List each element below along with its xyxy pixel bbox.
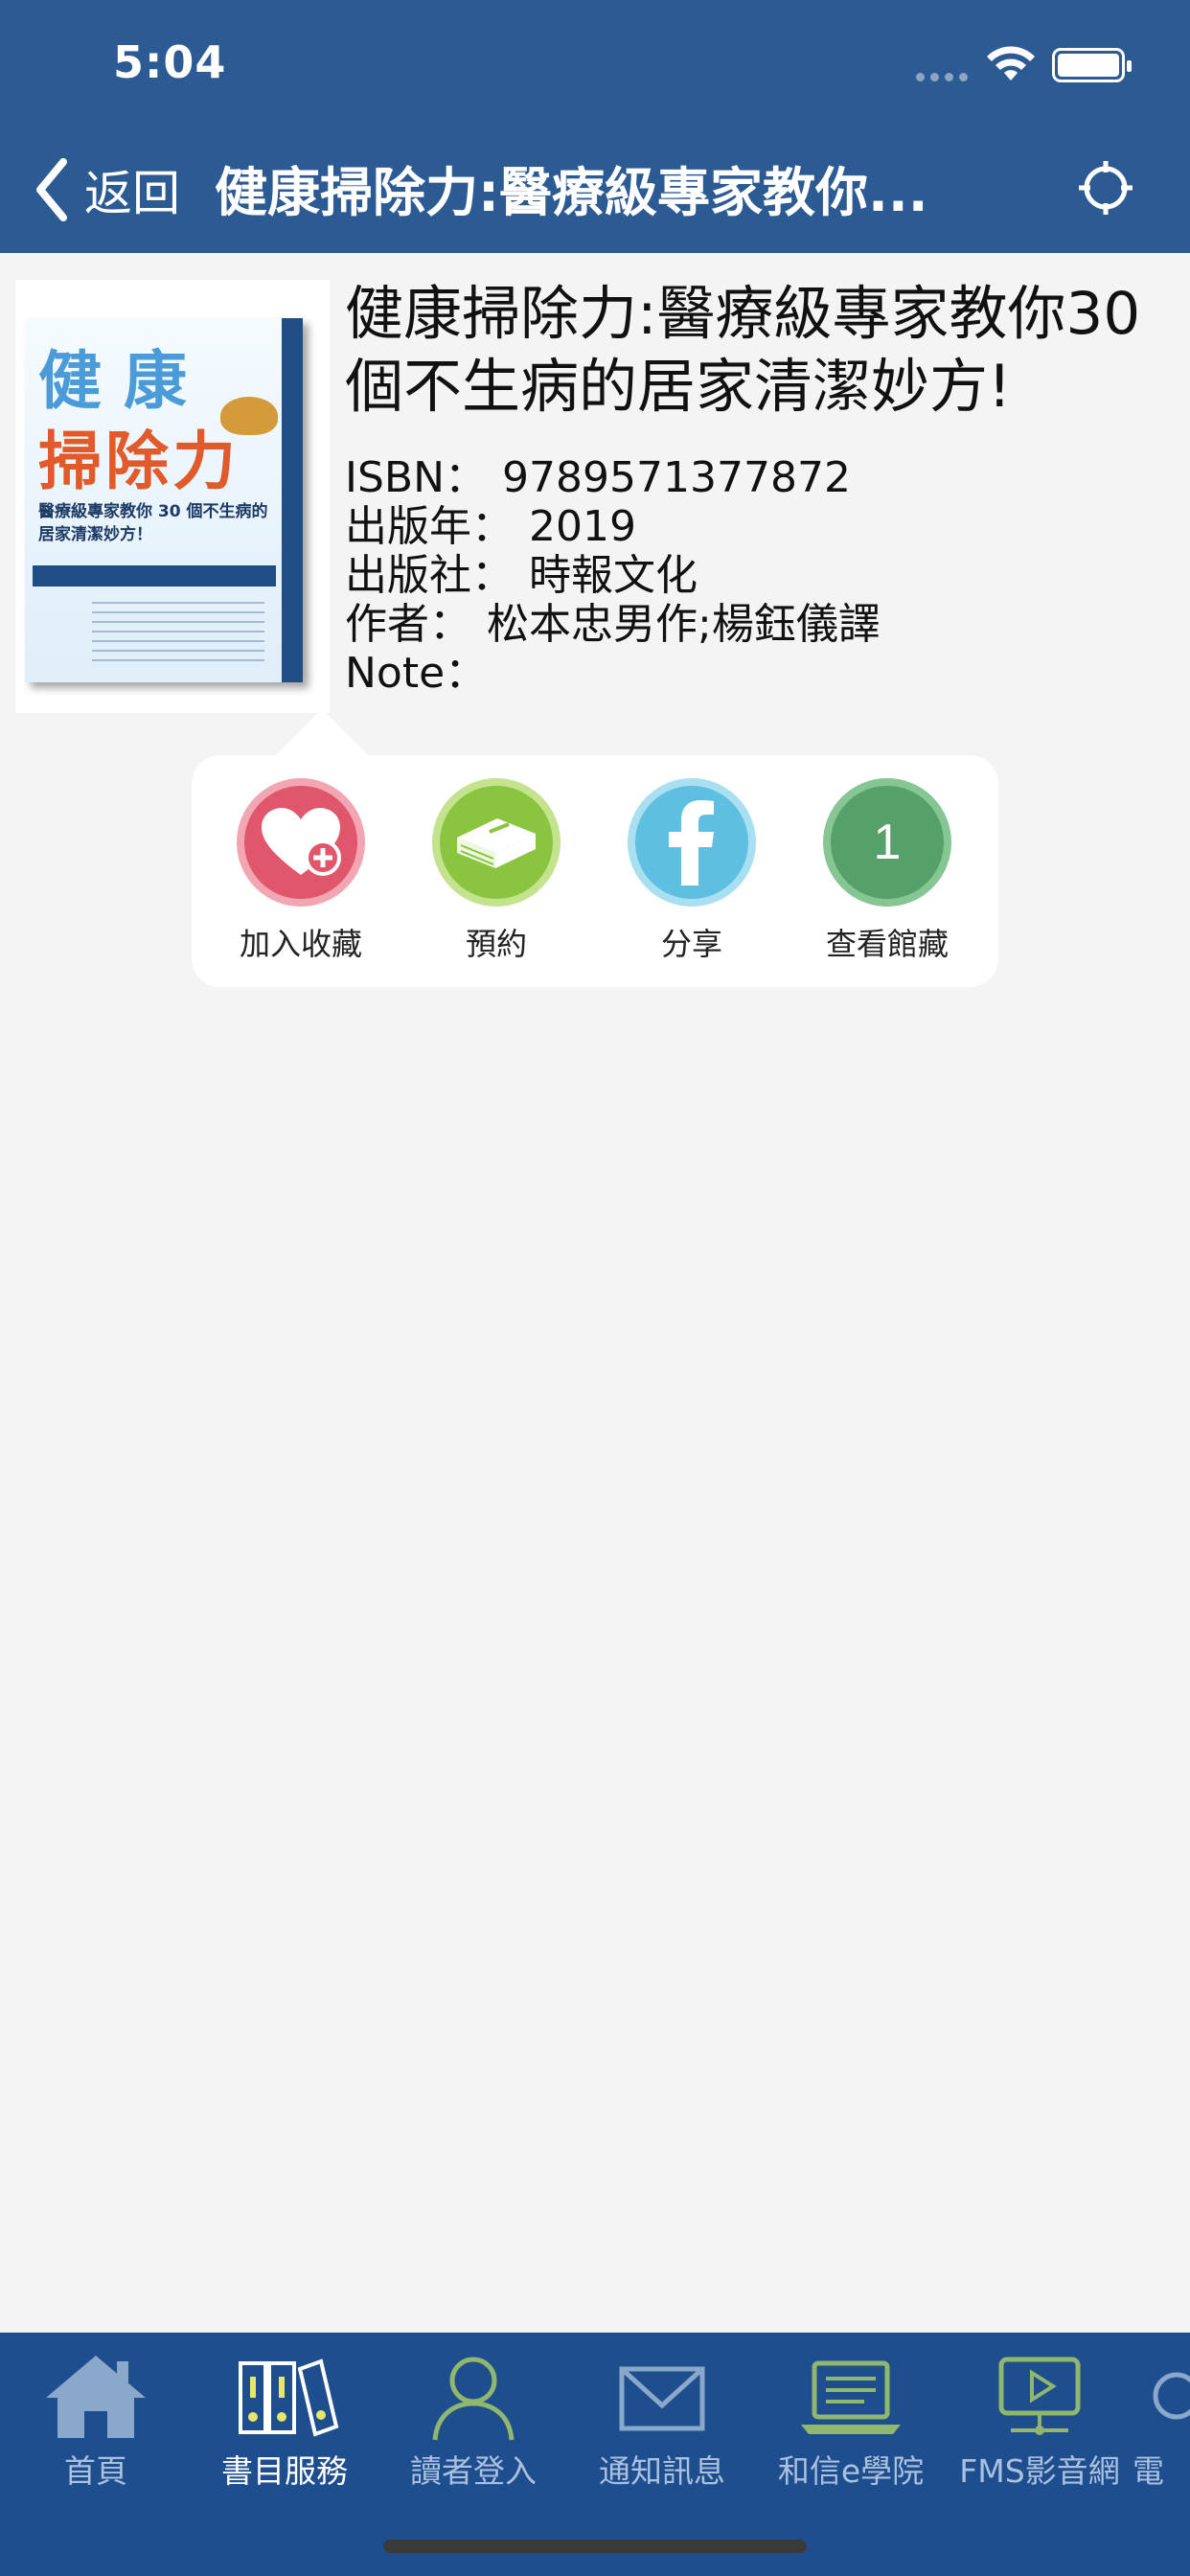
tab-label: 和信e學院 <box>777 2452 925 2490</box>
tab-label: 首頁 <box>64 2452 127 2490</box>
cover-subtitle: 醫療級專家教你 30 個不生病的居家清潔妙方！ <box>38 502 268 544</box>
book-title: 健康掃除力:醫療級專家教你30個不生病的居家清潔妙方! <box>345 280 1141 421</box>
home-indicator <box>383 2540 807 2553</box>
chevron-left-icon <box>36 158 67 221</box>
share-button[interactable]: 分享 <box>606 778 778 964</box>
cover-title-line2: 掃除力 <box>38 425 240 498</box>
tab-label: 讀者登入 <box>410 2452 537 2490</box>
action-label: 分享 <box>660 926 722 962</box>
status-time: 5:04 <box>113 36 227 88</box>
action-label: 加入收藏 <box>239 926 362 962</box>
back-button[interactable]: 返回 <box>33 151 180 228</box>
cellular-signal-icon <box>916 73 970 82</box>
tab-catalog[interactable]: 書目服務 <box>189 2348 380 2492</box>
book-icon <box>432 778 561 907</box>
books-icon <box>239 2358 339 2437</box>
header: 5:04 返回 健康掃除力:醫療級專家教你... <box>0 0 1190 253</box>
action-popup: 加入收藏 預約 分享 1 查看館藏 <box>192 755 998 987</box>
home-icon <box>46 2356 146 2438</box>
action-label: 查看館藏 <box>825 926 949 962</box>
tab-reader-login[interactable]: 讀者登入 <box>378 2348 569 2492</box>
book-cover[interactable]: 健 康 掃除力 醫療級專家教你 30 個不生病的居家清潔妙方！ <box>15 280 330 713</box>
note-row: Note： <box>345 638 487 700</box>
tab-label: 書目服務 <box>221 2452 348 2490</box>
author-value: 松本忠男作;楊鈺儀譯 <box>487 600 881 649</box>
tab-label: FMS影音網 <box>959 2452 1120 2490</box>
note-label: Note： <box>345 649 488 698</box>
mail-icon <box>619 2366 705 2431</box>
user-icon <box>432 2357 515 2441</box>
tab-notifications[interactable]: 通知訊息 <box>566 2348 758 2492</box>
wifi-icon <box>987 46 1035 80</box>
facebook-icon <box>628 778 756 907</box>
popup-arrow <box>274 709 370 757</box>
tab-e-academy[interactable]: 和信e學院 <box>755 2348 947 2492</box>
tab-home[interactable]: 首頁 <box>0 2348 192 2492</box>
cover-band <box>33 565 276 586</box>
tab-fms-video[interactable]: FMS影音網 <box>944 2348 1135 2492</box>
heart-plus-icon <box>237 778 365 907</box>
tab-label: 通知訊息 <box>599 2452 725 2490</box>
holdings-count-icon: 1 <box>823 778 951 907</box>
add-favorite-button[interactable]: 加入收藏 <box>215 778 387 964</box>
locate-icon[interactable] <box>1077 159 1134 217</box>
action-label: 預約 <box>465 926 527 962</box>
page-title: 健康掃除力:醫療級專家教你... <box>215 162 928 223</box>
laptop-icon <box>801 2360 901 2434</box>
reserve-button[interactable]: 預約 <box>410 778 583 964</box>
cover-text-lines <box>92 602 264 669</box>
cover-title-line1: 健 康 <box>38 344 187 418</box>
battery-icon <box>1052 48 1132 82</box>
tab-more[interactable]: 電 <box>1133 2348 1190 2492</box>
book-cover-image: 健 康 掃除力 醫療級專家教你 30 個不生病的居家清潔妙方！ <box>25 318 303 682</box>
back-label: 返回 <box>84 166 180 221</box>
tab-label: 電 <box>1133 2452 1164 2490</box>
video-icon <box>998 2357 1081 2435</box>
partial-icon <box>1153 2372 1190 2420</box>
view-holdings-button[interactable]: 1 查看館藏 <box>801 778 973 964</box>
